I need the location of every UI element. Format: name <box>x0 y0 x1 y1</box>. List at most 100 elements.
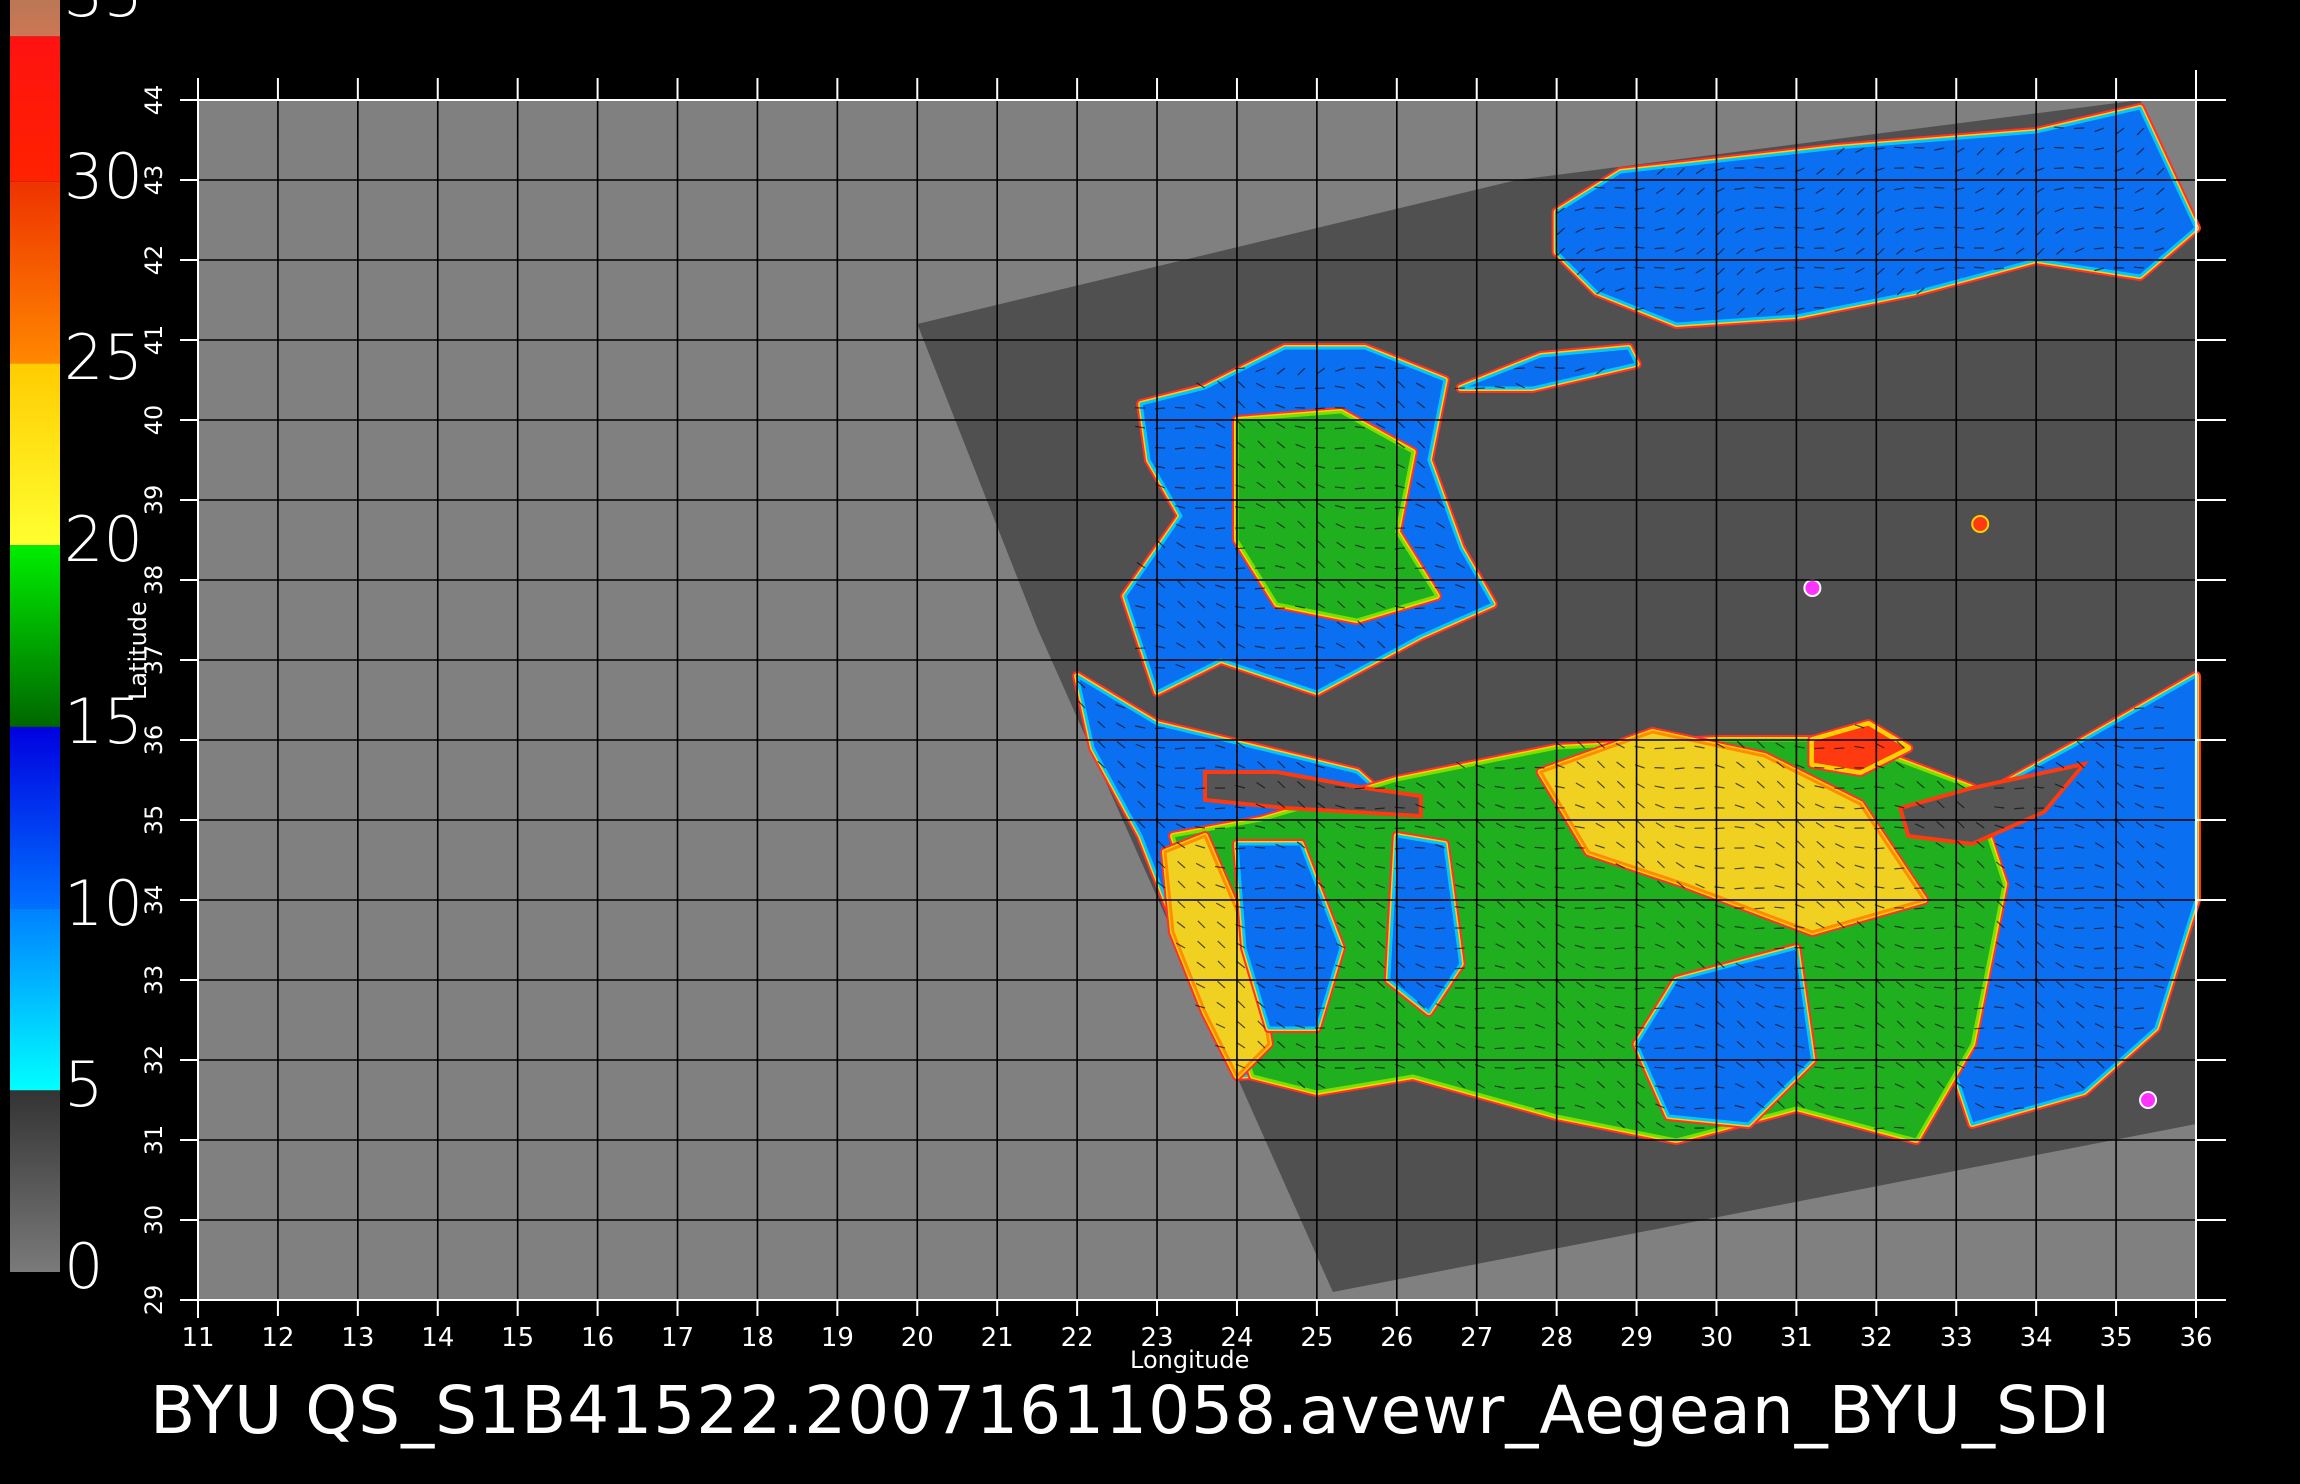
wind-vector <box>1655 1008 1665 1009</box>
wind-vector <box>1195 468 1205 469</box>
y-tick-label: 31 <box>140 1125 168 1156</box>
wind-vector <box>2094 928 2104 929</box>
colorbar-tick-label: 10 <box>64 873 143 935</box>
y-tick-label: 41 <box>140 325 168 356</box>
wind-vector <box>1295 388 1305 389</box>
colorbar-segment <box>10 909 60 1091</box>
wind-vector <box>1695 788 1705 789</box>
wind-vector <box>2094 187 2104 188</box>
wind-vector <box>1695 808 1705 809</box>
wind-vector <box>1814 287 1824 288</box>
x-tick-label: 31 <box>1780 1323 1813 1353</box>
y-tick-label: 33 <box>140 965 168 996</box>
wind-vector <box>2154 748 2164 749</box>
wind-vector <box>1455 968 1465 969</box>
wind-vector <box>1495 987 1505 988</box>
wind-vector <box>1335 1028 1345 1029</box>
x-tick-label: 14 <box>421 1323 454 1353</box>
wind-vector <box>1914 187 1924 188</box>
wind-vector <box>2014 788 2024 789</box>
wind-vector <box>1814 767 1824 768</box>
wind-vector <box>1834 748 1844 749</box>
x-tick-label: 30 <box>1700 1323 1733 1353</box>
wind-vector <box>1814 1008 1824 1009</box>
wind-vector <box>1175 428 1185 429</box>
wind-vector <box>1695 1108 1705 1109</box>
wind-vector <box>1675 307 1685 308</box>
wind-vector <box>1914 928 1924 929</box>
wind-vector <box>1535 1108 1545 1109</box>
x-tick-label: 32 <box>1860 1323 1893 1353</box>
wind-vector <box>1195 488 1205 489</box>
wind-vector <box>1934 987 1944 988</box>
wind-vector <box>2074 128 2084 129</box>
colorbar-segment <box>10 36 60 181</box>
colorbar-segment <box>10 182 60 364</box>
x-tick-label: 12 <box>261 1323 294 1353</box>
wind-vector <box>1495 1048 1505 1049</box>
wind-vector <box>1295 968 1305 969</box>
wind-vector <box>1695 1088 1705 1089</box>
y-tick-label: 32 <box>140 1045 168 1076</box>
wind-vector <box>1595 187 1605 188</box>
wind-vector <box>1275 648 1285 649</box>
wind-vector <box>1515 368 1525 369</box>
wind-vector <box>2074 947 2084 948</box>
wind-vector <box>2094 948 2104 949</box>
x-tick-label: 16 <box>581 1323 614 1353</box>
wind-vector <box>1255 608 1265 609</box>
wind-vector <box>1894 888 1904 889</box>
wind-vector <box>1355 488 1365 489</box>
wind-vector <box>1754 928 1764 929</box>
wind-vector <box>1515 1048 1525 1049</box>
wind-vector <box>1834 768 1844 769</box>
wind-vector <box>1675 1048 1685 1049</box>
wind-vector <box>1375 1067 1385 1068</box>
x-tick-label: 20 <box>901 1323 934 1353</box>
colorbar-tick-label: 20 <box>64 509 143 571</box>
wind-vector <box>2014 1108 2024 1109</box>
x-tick-label: 19 <box>821 1323 854 1353</box>
y-tick-label: 40 <box>140 405 168 436</box>
wind-vector <box>1255 908 1265 909</box>
wind-vector <box>1894 1127 1904 1128</box>
wind-vector <box>1195 788 1205 789</box>
figure-title: BYU QS_S1B41522.20071611058.avewr_Aegean… <box>150 1372 2111 1449</box>
wind-vector <box>1934 187 1944 188</box>
wind-vector <box>1175 407 1185 408</box>
wind-vector <box>1575 888 1585 889</box>
colorbar-tick-label: 25 <box>64 327 143 389</box>
wind-vector <box>1974 267 1984 268</box>
x-tick-label: 35 <box>2100 1323 2133 1353</box>
wind-vector <box>1774 168 1784 169</box>
wind-vector <box>1834 1068 1844 1069</box>
wind-vector <box>1894 147 1904 148</box>
wind-vector <box>1455 948 1465 949</box>
wind-vector <box>1535 767 1545 768</box>
wind-vector <box>1135 627 1145 628</box>
wind-vector <box>1834 1048 1844 1049</box>
map-canvas: 1112131415161718192021222324252627282930… <box>0 0 2300 1480</box>
wind-vector <box>2074 888 2084 889</box>
x-tick-label: 18 <box>741 1323 774 1353</box>
wind-vector <box>1215 508 1225 509</box>
wind-vector <box>1754 187 1764 188</box>
wind-vector <box>1175 487 1185 488</box>
y-tick-label: 42 <box>140 245 168 276</box>
wind-vector <box>1515 1027 1525 1028</box>
wind-vector <box>1854 1088 1864 1089</box>
wind-vector <box>1914 867 1924 868</box>
wind-vector <box>2154 768 2164 769</box>
wind-vector <box>1335 1048 1345 1049</box>
wind-vector <box>1375 808 1385 809</box>
y-tick-label: 39 <box>140 485 168 516</box>
wind-vector <box>1355 788 1365 789</box>
wind-vector <box>2074 208 2084 209</box>
wind-vector <box>1255 847 1265 848</box>
wind-vector <box>1854 1108 1864 1109</box>
wind-vector <box>1734 888 1744 889</box>
wind-vector <box>1595 928 1605 929</box>
wind-vector <box>1375 528 1385 529</box>
x-tick-label: 17 <box>661 1323 694 1353</box>
wind-vector <box>2134 708 2144 709</box>
